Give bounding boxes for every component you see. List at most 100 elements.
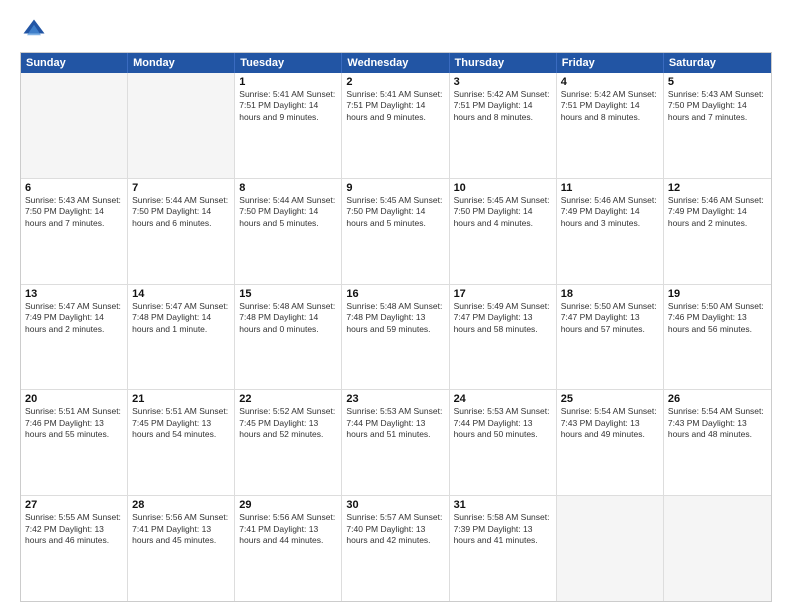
day-number: 22	[239, 393, 337, 405]
day-number: 13	[25, 288, 123, 300]
day-number: 25	[561, 393, 659, 405]
cal-cell: 16Sunrise: 5:48 AM Sunset: 7:48 PM Dayli…	[342, 285, 449, 390]
day-number: 2	[346, 76, 444, 88]
day-number: 28	[132, 499, 230, 511]
day-info: Sunrise: 5:48 AM Sunset: 7:48 PM Dayligh…	[239, 301, 337, 335]
day-info: Sunrise: 5:51 AM Sunset: 7:45 PM Dayligh…	[132, 406, 230, 440]
logo	[20, 16, 52, 44]
cal-cell: 25Sunrise: 5:54 AM Sunset: 7:43 PM Dayli…	[557, 390, 664, 495]
day-info: Sunrise: 5:42 AM Sunset: 7:51 PM Dayligh…	[454, 89, 552, 123]
day-number: 29	[239, 499, 337, 511]
day-info: Sunrise: 5:46 AM Sunset: 7:49 PM Dayligh…	[561, 195, 659, 229]
header-day-monday: Monday	[128, 53, 235, 73]
day-number: 15	[239, 288, 337, 300]
day-info: Sunrise: 5:52 AM Sunset: 7:45 PM Dayligh…	[239, 406, 337, 440]
cal-cell: 8Sunrise: 5:44 AM Sunset: 7:50 PM Daylig…	[235, 179, 342, 284]
day-info: Sunrise: 5:56 AM Sunset: 7:41 PM Dayligh…	[239, 512, 337, 546]
day-info: Sunrise: 5:42 AM Sunset: 7:51 PM Dayligh…	[561, 89, 659, 123]
cal-cell: 20Sunrise: 5:51 AM Sunset: 7:46 PM Dayli…	[21, 390, 128, 495]
day-info: Sunrise: 5:46 AM Sunset: 7:49 PM Dayligh…	[668, 195, 767, 229]
week-row-3: 20Sunrise: 5:51 AM Sunset: 7:46 PM Dayli…	[21, 390, 771, 496]
cal-cell: 21Sunrise: 5:51 AM Sunset: 7:45 PM Dayli…	[128, 390, 235, 495]
cal-cell: 17Sunrise: 5:49 AM Sunset: 7:47 PM Dayli…	[450, 285, 557, 390]
day-info: Sunrise: 5:43 AM Sunset: 7:50 PM Dayligh…	[25, 195, 123, 229]
day-info: Sunrise: 5:53 AM Sunset: 7:44 PM Dayligh…	[454, 406, 552, 440]
day-info: Sunrise: 5:45 AM Sunset: 7:50 PM Dayligh…	[454, 195, 552, 229]
day-number: 30	[346, 499, 444, 511]
cal-cell: 26Sunrise: 5:54 AM Sunset: 7:43 PM Dayli…	[664, 390, 771, 495]
day-number: 31	[454, 499, 552, 511]
header	[20, 16, 772, 44]
day-info: Sunrise: 5:56 AM Sunset: 7:41 PM Dayligh…	[132, 512, 230, 546]
day-info: Sunrise: 5:58 AM Sunset: 7:39 PM Dayligh…	[454, 512, 552, 546]
day-info: Sunrise: 5:44 AM Sunset: 7:50 PM Dayligh…	[132, 195, 230, 229]
cal-cell: 22Sunrise: 5:52 AM Sunset: 7:45 PM Dayli…	[235, 390, 342, 495]
calendar-header: SundayMondayTuesdayWednesdayThursdayFrid…	[21, 53, 771, 73]
page: SundayMondayTuesdayWednesdayThursdayFrid…	[0, 0, 792, 612]
cal-cell: 18Sunrise: 5:50 AM Sunset: 7:47 PM Dayli…	[557, 285, 664, 390]
day-number: 7	[132, 182, 230, 194]
cal-cell: 2Sunrise: 5:41 AM Sunset: 7:51 PM Daylig…	[342, 73, 449, 178]
cal-cell	[21, 73, 128, 178]
day-info: Sunrise: 5:50 AM Sunset: 7:46 PM Dayligh…	[668, 301, 767, 335]
header-day-wednesday: Wednesday	[342, 53, 449, 73]
header-day-saturday: Saturday	[664, 53, 771, 73]
header-day-thursday: Thursday	[450, 53, 557, 73]
day-info: Sunrise: 5:44 AM Sunset: 7:50 PM Dayligh…	[239, 195, 337, 229]
cal-cell: 27Sunrise: 5:55 AM Sunset: 7:42 PM Dayli…	[21, 496, 128, 601]
week-row-1: 6Sunrise: 5:43 AM Sunset: 7:50 PM Daylig…	[21, 179, 771, 285]
cal-cell: 6Sunrise: 5:43 AM Sunset: 7:50 PM Daylig…	[21, 179, 128, 284]
cal-cell: 9Sunrise: 5:45 AM Sunset: 7:50 PM Daylig…	[342, 179, 449, 284]
cal-cell: 10Sunrise: 5:45 AM Sunset: 7:50 PM Dayli…	[450, 179, 557, 284]
day-number: 21	[132, 393, 230, 405]
cal-cell: 23Sunrise: 5:53 AM Sunset: 7:44 PM Dayli…	[342, 390, 449, 495]
cal-cell: 28Sunrise: 5:56 AM Sunset: 7:41 PM Dayli…	[128, 496, 235, 601]
day-info: Sunrise: 5:41 AM Sunset: 7:51 PM Dayligh…	[239, 89, 337, 123]
cal-cell: 14Sunrise: 5:47 AM Sunset: 7:48 PM Dayli…	[128, 285, 235, 390]
cal-cell: 31Sunrise: 5:58 AM Sunset: 7:39 PM Dayli…	[450, 496, 557, 601]
day-number: 24	[454, 393, 552, 405]
day-number: 18	[561, 288, 659, 300]
day-number: 9	[346, 182, 444, 194]
calendar-body: 1Sunrise: 5:41 AM Sunset: 7:51 PM Daylig…	[21, 73, 771, 601]
day-info: Sunrise: 5:57 AM Sunset: 7:40 PM Dayligh…	[346, 512, 444, 546]
cal-cell: 1Sunrise: 5:41 AM Sunset: 7:51 PM Daylig…	[235, 73, 342, 178]
week-row-4: 27Sunrise: 5:55 AM Sunset: 7:42 PM Dayli…	[21, 496, 771, 601]
day-number: 14	[132, 288, 230, 300]
day-info: Sunrise: 5:47 AM Sunset: 7:49 PM Dayligh…	[25, 301, 123, 335]
cal-cell: 29Sunrise: 5:56 AM Sunset: 7:41 PM Dayli…	[235, 496, 342, 601]
day-info: Sunrise: 5:51 AM Sunset: 7:46 PM Dayligh…	[25, 406, 123, 440]
cal-cell: 3Sunrise: 5:42 AM Sunset: 7:51 PM Daylig…	[450, 73, 557, 178]
day-number: 26	[668, 393, 767, 405]
logo-icon	[20, 16, 48, 44]
cal-cell	[664, 496, 771, 601]
day-number: 3	[454, 76, 552, 88]
cal-cell: 12Sunrise: 5:46 AM Sunset: 7:49 PM Dayli…	[664, 179, 771, 284]
day-number: 12	[668, 182, 767, 194]
day-number: 11	[561, 182, 659, 194]
day-number: 4	[561, 76, 659, 88]
header-day-sunday: Sunday	[21, 53, 128, 73]
day-number: 19	[668, 288, 767, 300]
cal-cell: 13Sunrise: 5:47 AM Sunset: 7:49 PM Dayli…	[21, 285, 128, 390]
cal-cell: 5Sunrise: 5:43 AM Sunset: 7:50 PM Daylig…	[664, 73, 771, 178]
week-row-0: 1Sunrise: 5:41 AM Sunset: 7:51 PM Daylig…	[21, 73, 771, 179]
day-number: 10	[454, 182, 552, 194]
day-number: 1	[239, 76, 337, 88]
calendar: SundayMondayTuesdayWednesdayThursdayFrid…	[20, 52, 772, 602]
cal-cell: 15Sunrise: 5:48 AM Sunset: 7:48 PM Dayli…	[235, 285, 342, 390]
day-number: 20	[25, 393, 123, 405]
week-row-2: 13Sunrise: 5:47 AM Sunset: 7:49 PM Dayli…	[21, 285, 771, 391]
day-info: Sunrise: 5:43 AM Sunset: 7:50 PM Dayligh…	[668, 89, 767, 123]
day-info: Sunrise: 5:50 AM Sunset: 7:47 PM Dayligh…	[561, 301, 659, 335]
day-info: Sunrise: 5:41 AM Sunset: 7:51 PM Dayligh…	[346, 89, 444, 123]
day-info: Sunrise: 5:49 AM Sunset: 7:47 PM Dayligh…	[454, 301, 552, 335]
day-number: 8	[239, 182, 337, 194]
day-number: 5	[668, 76, 767, 88]
day-info: Sunrise: 5:48 AM Sunset: 7:48 PM Dayligh…	[346, 301, 444, 335]
day-info: Sunrise: 5:45 AM Sunset: 7:50 PM Dayligh…	[346, 195, 444, 229]
cal-cell: 7Sunrise: 5:44 AM Sunset: 7:50 PM Daylig…	[128, 179, 235, 284]
header-day-friday: Friday	[557, 53, 664, 73]
day-info: Sunrise: 5:47 AM Sunset: 7:48 PM Dayligh…	[132, 301, 230, 335]
day-number: 27	[25, 499, 123, 511]
